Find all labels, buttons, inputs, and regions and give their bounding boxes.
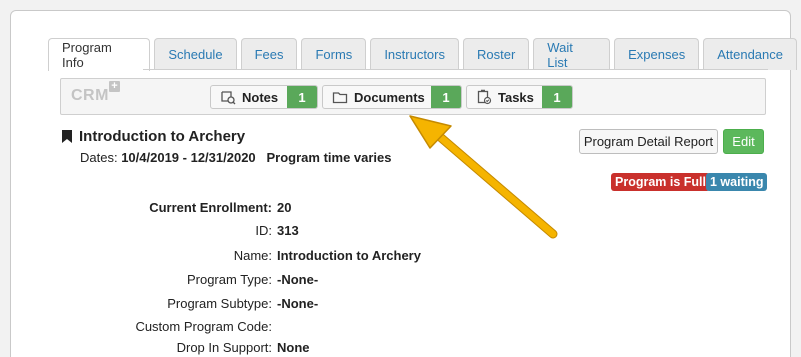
detail-value: Introduction to Archery — [277, 248, 421, 263]
tab-program-info[interactable]: Program Info — [48, 38, 151, 71]
detail-value: 20 — [277, 200, 292, 215]
detail-value: -None- — [277, 272, 319, 287]
tasks-count-badge: 1 — [542, 86, 572, 108]
dates-value: 10/4/2019 - 12/31/2020 — [121, 150, 256, 165]
program-time-note: Program time varies — [266, 150, 392, 165]
detail-row-drop-in: Drop In Support: None — [0, 340, 800, 357]
crm-toolbar: CRM + Notes 1 Documents 1 Tasks 1 — [60, 78, 766, 115]
program-dates: Dates: 10/4/2019 - 12/31/2020 Program ti… — [80, 150, 392, 165]
program-full-badge: Program is Full — [611, 173, 710, 191]
notes-icon — [220, 89, 236, 105]
tab-forms[interactable]: Forms — [301, 38, 367, 70]
notes-label: Notes — [242, 89, 279, 105]
program-heading: Introduction to Archery — [62, 128, 245, 145]
documents-button[interactable]: Documents 1 — [322, 85, 462, 109]
tab-bar: Program Info Schedule Fees Forms Instruc… — [48, 38, 801, 71]
crm-logo: CRM — [71, 87, 109, 104]
detail-row-program-type: Program Type: -None- — [0, 272, 800, 290]
crm-plus-icon: + — [109, 81, 120, 92]
dates-label: Dates: — [80, 150, 118, 165]
tab-divider — [48, 69, 768, 70]
detail-value: -None- — [277, 296, 319, 311]
waiting-count-badge[interactable]: 1 waiting — [706, 173, 768, 191]
detail-label: Program Type: — [186, 272, 272, 287]
notes-button[interactable]: Notes 1 — [210, 85, 318, 109]
notes-count-badge: 1 — [287, 86, 317, 108]
documents-count-badge: 1 — [431, 86, 461, 108]
folder-icon — [332, 89, 348, 105]
detail-label: Drop In Support: — [176, 340, 272, 355]
program-detail-report-button[interactable]: Program Detail Report — [579, 129, 718, 154]
tab-wait-list[interactable]: Wait List — [533, 38, 611, 70]
tab-schedule[interactable]: Schedule — [154, 38, 237, 70]
documents-label: Documents — [354, 89, 425, 105]
tab-instructors[interactable]: Instructors — [370, 38, 459, 70]
detail-row-program-subtype: Program Subtype: -None- — [0, 296, 800, 314]
detail-label: Current Enrollment: — [149, 200, 272, 215]
tasks-label: Tasks — [498, 89, 534, 105]
detail-value: None — [277, 340, 310, 355]
detail-label: Program Subtype: — [167, 296, 272, 311]
detail-row-enrollment: Current Enrollment: 20 — [0, 200, 800, 218]
tab-attendance[interactable]: Attendance — [703, 38, 797, 70]
program-title: Introduction to Archery — [79, 128, 246, 145]
edit-button[interactable]: Edit — [723, 129, 764, 154]
tasks-icon — [476, 89, 492, 105]
detail-label: Name: — [233, 248, 272, 263]
detail-label: ID: — [255, 223, 272, 238]
detail-row-id: ID: 313 — [0, 223, 800, 241]
tab-fees[interactable]: Fees — [240, 38, 298, 70]
detail-value: 313 — [277, 223, 299, 238]
detail-row-custom-code: Custom Program Code: — [0, 319, 800, 337]
detail-label: Custom Program Code: — [135, 319, 272, 334]
bookmark-icon — [62, 130, 72, 143]
tab-roster[interactable]: Roster — [463, 38, 530, 70]
tasks-button[interactable]: Tasks 1 — [466, 85, 573, 109]
tab-expenses[interactable]: Expenses — [614, 38, 700, 70]
detail-row-name: Name: Introduction to Archery — [0, 248, 800, 266]
